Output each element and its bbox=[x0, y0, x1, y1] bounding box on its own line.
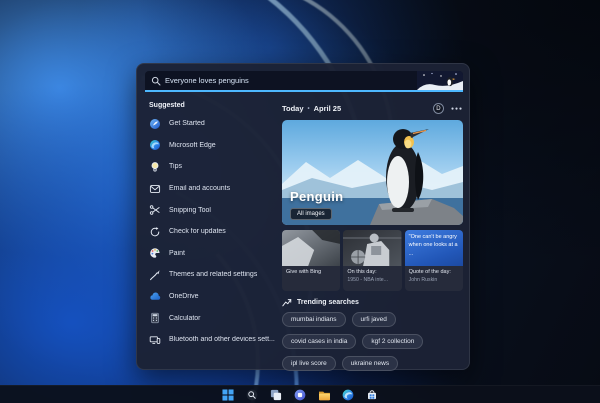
suggested-item-themes[interactable]: Themes and related settings bbox=[149, 264, 282, 286]
suggested-item-paint[interactable]: Paint bbox=[149, 243, 282, 265]
suggested-item-label: Bluetooth and other devices sett... bbox=[169, 336, 275, 344]
card-caption: On this day: bbox=[347, 269, 377, 275]
daily-cards-row: Give with Bing On this day: 1950 - NBA i… bbox=[282, 230, 463, 291]
suggested-item-calculator[interactable]: Calculator bbox=[149, 307, 282, 329]
search-flyout-content: Suggested Get Started Microsoft Edge Tip… bbox=[137, 98, 471, 371]
trending-chip[interactable]: covid cases in india bbox=[282, 334, 357, 349]
check-for-updates-icon bbox=[150, 226, 160, 237]
trending-heading: Trending searches bbox=[297, 299, 359, 306]
tips-icon bbox=[151, 162, 159, 172]
themes-icon bbox=[150, 270, 160, 281]
taskbar-search-icon bbox=[246, 389, 258, 400]
edge-button[interactable] bbox=[341, 388, 355, 402]
quote-text: "One can't be angry when one looks at a … bbox=[404, 230, 463, 266]
more-options-button[interactable]: ●●● bbox=[451, 106, 463, 112]
snipping-tool-icon bbox=[149, 205, 160, 215]
start-button[interactable] bbox=[221, 388, 235, 402]
file-explorer-icon bbox=[318, 391, 330, 400]
trending-chip[interactable]: ipl live score bbox=[282, 356, 336, 371]
suggested-item-label: Tips bbox=[169, 163, 182, 171]
suggested-item-label: Calculator bbox=[169, 314, 201, 322]
suggested-item-label: Check for updates bbox=[169, 228, 226, 236]
microsoft-edge-icon bbox=[150, 140, 160, 151]
taskbar bbox=[0, 385, 600, 403]
trending-chips: mumbai indians urfi javed covid cases in… bbox=[282, 312, 463, 371]
search-flyout: Suggested Get Started Microsoft Edge bbox=[136, 63, 471, 371]
trending-chip[interactable]: mumbai indians bbox=[282, 312, 346, 327]
suggested-item-onedrive[interactable]: OneDrive bbox=[149, 286, 282, 308]
search-icon bbox=[151, 76, 161, 85]
today-label: Today bbox=[282, 104, 304, 113]
card-subcaption: John Ruskin bbox=[408, 276, 438, 283]
date-heading: Today • April 25 bbox=[282, 104, 341, 113]
suggested-item-label: OneDrive bbox=[169, 293, 199, 301]
profile-button[interactable]: D bbox=[432, 103, 444, 114]
email-icon bbox=[149, 184, 161, 193]
trending-header: Trending searches bbox=[282, 298, 463, 307]
all-images-button[interactable]: All images bbox=[290, 208, 332, 220]
search-button[interactable] bbox=[245, 388, 259, 402]
suggested-item-label: Microsoft Edge bbox=[169, 141, 216, 149]
edge-icon bbox=[342, 389, 354, 400]
paint-icon bbox=[150, 248, 160, 259]
suggested-item-label: Get Started bbox=[169, 120, 205, 128]
file-explorer-button[interactable] bbox=[317, 388, 331, 402]
suggested-item-label: Paint bbox=[169, 249, 185, 257]
suggested-item-label: Snipping Tool bbox=[169, 206, 211, 214]
daily-header: Today • April 25 D ●●● bbox=[282, 102, 463, 115]
penguin-doodle-illustration bbox=[417, 71, 463, 90]
microsoft-store-icon bbox=[368, 389, 376, 399]
date-label: April 25 bbox=[313, 104, 342, 113]
date-separator: • bbox=[307, 105, 310, 112]
on-this-day-image bbox=[343, 230, 402, 266]
suggested-heading: Suggested bbox=[149, 102, 185, 109]
windows-logo-icon bbox=[222, 388, 234, 401]
suggested-item-get-started[interactable]: Get Started bbox=[149, 113, 282, 135]
suggested-item-label: Email and accounts bbox=[169, 185, 231, 193]
card-on-this-day[interactable]: On this day: 1950 - NBA inte... bbox=[343, 230, 402, 291]
onedrive-icon bbox=[150, 291, 161, 300]
suggested-item-email-and-accounts[interactable]: Email and accounts bbox=[149, 178, 282, 200]
suggested-item-bluetooth-devices[interactable]: Bluetooth and other devices sett... bbox=[149, 329, 282, 351]
daily-image-card[interactable]: Penguin All images bbox=[282, 120, 463, 225]
store-button[interactable] bbox=[365, 388, 379, 402]
trending-chip[interactable]: ukraine news bbox=[341, 356, 399, 371]
card-caption: Give with Bing bbox=[286, 269, 322, 275]
trending-chip[interactable]: kgf 2 collection bbox=[362, 334, 424, 349]
suggested-item-check-for-updates[interactable]: Check for updates bbox=[149, 221, 282, 243]
suggested-list: Suggested Get Started Microsoft Edge Tip… bbox=[137, 98, 282, 369]
card-caption: Quote of the day: bbox=[408, 269, 451, 275]
suggested-item-snipping-tool[interactable]: Snipping Tool bbox=[149, 199, 282, 221]
trending-chip[interactable]: urfi javed bbox=[351, 312, 396, 327]
search-input[interactable] bbox=[161, 76, 417, 85]
widgets-icon bbox=[294, 389, 306, 400]
give-with-bing-image bbox=[282, 230, 341, 266]
widgets-button[interactable] bbox=[293, 388, 307, 402]
trending-icon bbox=[282, 299, 292, 307]
daily-panel: Today • April 25 D ●●● Penguin All image… bbox=[282, 98, 471, 371]
card-subcaption: 1950 - NBA inte... bbox=[347, 276, 388, 283]
calculator-icon bbox=[151, 312, 159, 324]
suggested-item-label: Themes and related settings bbox=[169, 271, 258, 279]
suggested-item-microsoft-edge[interactable]: Microsoft Edge bbox=[149, 135, 282, 157]
card-quote-of-the-day[interactable]: "One can't be angry when one looks at a … bbox=[404, 230, 463, 291]
search-bar[interactable] bbox=[145, 71, 463, 92]
daily-image-title: Penguin bbox=[290, 189, 344, 204]
get-started-icon bbox=[150, 118, 160, 129]
suggested-item-tips[interactable]: Tips bbox=[149, 156, 282, 178]
task-view-button[interactable] bbox=[269, 388, 283, 402]
task-view-icon bbox=[270, 389, 282, 400]
card-give-with-bing[interactable]: Give with Bing bbox=[282, 230, 341, 291]
desktop: Suggested Get Started Microsoft Edge bbox=[0, 0, 600, 403]
bluetooth-devices-icon bbox=[149, 336, 161, 344]
